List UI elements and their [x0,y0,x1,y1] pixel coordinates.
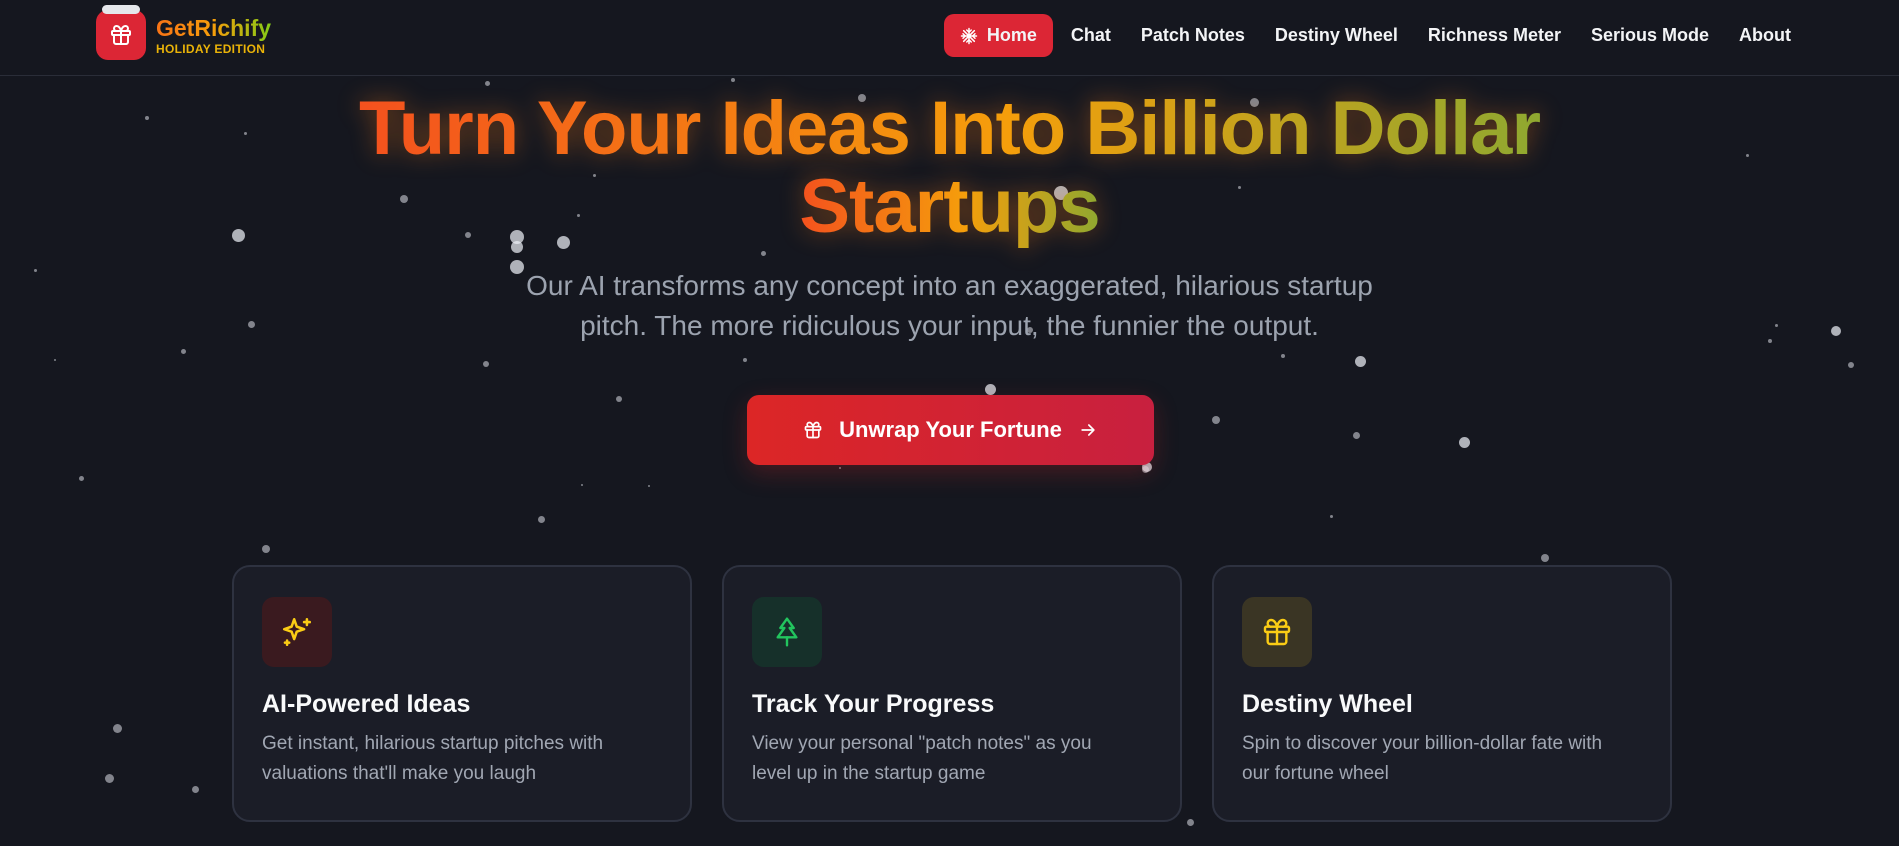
snowflake [581,484,583,486]
snowflake [616,396,622,402]
snowflake [1541,554,1549,562]
nav-chat[interactable]: Chat [1059,14,1123,57]
snowflake [484,80,490,86]
snowflake [1212,416,1220,424]
feature-icon-box [752,597,822,667]
brand-edition: HOLIDAY EDITION [156,41,266,56]
snowflake [1458,436,1470,448]
gift-icon [111,25,131,45]
logo-badge [96,5,146,60]
nav-patch-notes-label: Patch Notes [1140,25,1245,45]
snowflake [191,785,199,793]
snowflake [54,359,56,361]
snowflake [648,485,650,487]
snowflake [1141,465,1149,473]
snowflake [262,545,270,553]
hero-title-line-2: Startups [799,164,1100,249]
nav-links: Home Chat Patch Notes Destiny Wheel Rich… [943,14,1803,57]
feature-description-line-1: Spin to discover your billion-dollar fat… [1242,733,1603,754]
snowflake [1354,355,1366,367]
nav-destiny-wheel[interactable]: Destiny Wheel [1263,14,1410,57]
logo-jar-lid [102,5,140,14]
hero-title: Turn Your Ideas Into Billion Dollar Star… [0,90,1899,246]
hero-title-line-1: Turn Your Ideas Into Billion Dollar [358,86,1541,171]
snowflake [1329,514,1333,518]
arrow-right-icon [1081,424,1095,436]
feature-icon-box [262,597,332,667]
nav-serious-mode[interactable]: Serious Mode [1579,14,1721,57]
feature-title: Track Your Progress [752,690,995,718]
feature-title: AI-Powered Ideas [262,690,471,718]
hero-subtitle-line-2: pitch. The more ridiculous your input, t… [580,310,1319,341]
snowflake [731,78,735,82]
snowflake [537,515,545,523]
feature-card-destiny-wheel[interactable]: Destiny Wheel Spin to discover your bill… [1212,565,1672,822]
snowflake [743,358,747,362]
unwrap-fortune-button[interactable]: Unwrap Your Fortune [747,395,1154,465]
nav-chat-label: Chat [1070,25,1111,45]
feature-card-ai-ideas[interactable]: AI-Powered Ideas Get instant, hilarious … [232,565,692,822]
nav-richness-meter[interactable]: Richness Meter [1416,14,1573,57]
feature-description: Get instant, hilarious startup pitches w… [262,729,662,789]
sparkles-icon [282,617,312,647]
snowflake [180,348,186,354]
tree-icon [776,617,798,647]
feature-description: Spin to discover your billion-dollar fat… [1242,729,1642,789]
feature-description-line-2: level up in the startup game [752,763,986,784]
nav-about-label: About [1739,25,1791,45]
feature-description-line-1: View your personal "patch notes" as you [752,733,1092,754]
snowflake [483,361,489,367]
snowflake [104,773,114,783]
snowflake [1352,431,1360,439]
nav-serious-mode-label: Serious Mode [1590,25,1710,45]
nav-richness-meter-label: Richness Meter [1427,25,1561,45]
snowflake [984,383,996,395]
feature-description: View your personal "patch notes" as you … [752,729,1152,789]
top-navbar: GetRichify HOLIDAY EDITION Home Chat Pat… [0,0,1899,76]
gift-icon [1263,618,1291,646]
snowflake [112,723,122,733]
nav-patch-notes[interactable]: Patch Notes [1129,14,1257,57]
gift-icon [804,421,822,439]
snowflake [1186,818,1194,826]
nav-destiny-wheel-label: Destiny Wheel [1274,25,1398,45]
feature-card-track-progress[interactable]: Track Your Progress View your personal "… [722,565,1182,822]
nav-about[interactable]: About [1727,14,1803,57]
nav-home-label: Home [986,25,1037,45]
cta-label: Unwrap Your Fortune [839,417,1062,442]
feature-title: Destiny Wheel [1242,690,1413,718]
feature-description-line-2: our fortune wheel [1242,763,1389,784]
feature-description-line-1: Get instant, hilarious startup pitches w… [262,733,604,754]
snowflake-icon [960,27,978,44]
hero-subtitle-line-1: Our AI transforms any concept into an ex… [526,270,1373,301]
brand-name: GetRichify [156,14,272,41]
snowflake [760,250,766,256]
feature-icon-box [1242,597,1312,667]
hero-subtitle: Our AI transforms any concept into an ex… [0,266,1899,346]
snowflake [78,475,84,481]
brand-logo[interactable]: GetRichify HOLIDAY EDITION [96,5,272,60]
snowflake [1281,354,1285,358]
feature-description-line-2: valuations that'll make you laugh [262,763,537,784]
nav-home[interactable]: Home [943,14,1053,57]
snowflake [1848,362,1854,368]
snowflake [839,467,841,469]
